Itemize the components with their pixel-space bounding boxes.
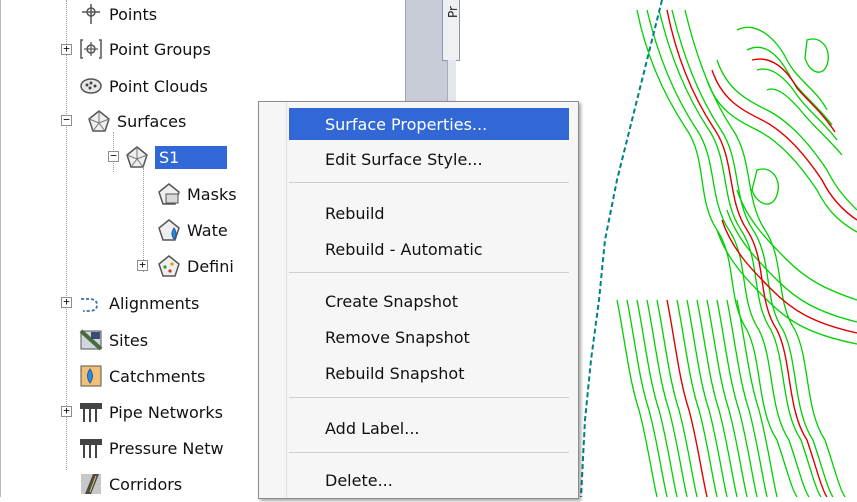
expand-toggle[interactable]: + [61, 296, 72, 308]
watershed-icon [158, 219, 180, 241]
menu-separator [289, 397, 569, 398]
tree-item-sites[interactable]: Sites [79, 322, 148, 358]
tree-item-label: Catchments [109, 366, 206, 386]
tree-item-label: Sites [109, 330, 149, 350]
menu-item-surface-properties[interactable]: Surface Properties... [289, 108, 569, 140]
menu-item-rebuild[interactable]: Rebuild [289, 197, 569, 229]
tree-item-masks[interactable]: Masks [157, 176, 237, 212]
mask-icon [158, 183, 180, 205]
drawing-viewport[interactable] [577, 0, 857, 498]
menu-item-rebuild-automatic[interactable]: Rebuild - Automatic [289, 233, 569, 265]
menu-item-create-snapshot[interactable]: Create Snapshot [289, 285, 569, 317]
tree-item-label: Defini [187, 256, 234, 276]
tree-item-s1[interactable]: S1 [125, 139, 228, 175]
tree-item-label: Surfaces [117, 111, 187, 131]
context-menu: Surface Properties... Edit Surface Style… [258, 101, 579, 499]
menu-separator [289, 452, 569, 453]
surface-icon [126, 146, 148, 168]
tree-item-pressure-networks[interactable]: Pressure Netw [79, 430, 224, 466]
tree-connector [143, 168, 144, 272]
tree-connector [66, 0, 67, 470]
tree-item-label: Points [109, 4, 158, 24]
tree-item-label: Wate [187, 220, 228, 240]
surface-boundary [580, 0, 663, 498]
tree-item-catchments[interactable]: Catchments [79, 358, 205, 394]
catchment-icon [80, 365, 102, 387]
menu-item-edit-surface-style[interactable]: Edit Surface Style... [289, 143, 569, 175]
tree-item-surfaces[interactable]: Surfaces [87, 103, 186, 139]
tree-item-watersheds[interactable]: Wate [157, 212, 228, 248]
tree-item-label: Pressure Netw [109, 438, 224, 458]
tree-item-label: Corridors [109, 474, 183, 494]
menu-icon-gutter [259, 102, 287, 498]
tree-item-label: S1 [155, 145, 228, 169]
palette-tab-label: Pr [446, 6, 460, 18]
tree-item-definition[interactable]: Defini [157, 248, 234, 284]
menu-separator [289, 182, 569, 183]
tree-item-label: Alignments [109, 293, 200, 313]
point-cloud-icon [80, 78, 102, 94]
minor-contours [616, 9, 857, 498]
collapse-toggle[interactable]: − [108, 150, 119, 162]
pipe-network-icon [80, 403, 102, 422]
pressure-network-icon [80, 439, 102, 458]
tree-item-pipe-networks[interactable]: Pipe Networks [79, 394, 223, 430]
tree-item-label: Point Clouds [109, 76, 208, 96]
sites-icon [79, 329, 103, 351]
tree-item-point-groups[interactable]: Point Groups [79, 31, 211, 67]
expand-toggle[interactable]: + [61, 405, 72, 417]
menu-item-delete[interactable]: Delete... [289, 464, 569, 496]
tree-item-label: Masks [187, 184, 237, 204]
tree-item-point-clouds[interactable]: Point Clouds [79, 68, 208, 104]
expand-toggle[interactable]: + [61, 43, 72, 55]
contour-drawing [580, 0, 857, 498]
palette-tab[interactable]: Pr [442, 0, 460, 61]
surface-icon [88, 110, 110, 132]
definition-icon [158, 255, 180, 277]
menu-item-add-label[interactable]: Add Label... [289, 412, 569, 444]
alignment-icon [81, 298, 98, 312]
corridor-icon [81, 474, 101, 494]
expand-toggle[interactable]: + [137, 259, 148, 271]
menu-separator [289, 272, 569, 273]
tree-item-label: Point Groups [109, 39, 211, 59]
menu-item-remove-snapshot[interactable]: Remove Snapshot [289, 321, 569, 353]
menu-item-rebuild-snapshot[interactable]: Rebuild Snapshot [289, 357, 569, 389]
point-groups-icon [80, 39, 102, 59]
points-icon [82, 4, 100, 24]
collapse-toggle[interactable]: − [61, 114, 72, 126]
tree-item-points[interactable]: Points [79, 0, 157, 32]
tree-item-alignments[interactable]: Alignments [79, 285, 199, 321]
tree-item-label: Pipe Networks [109, 402, 223, 422]
